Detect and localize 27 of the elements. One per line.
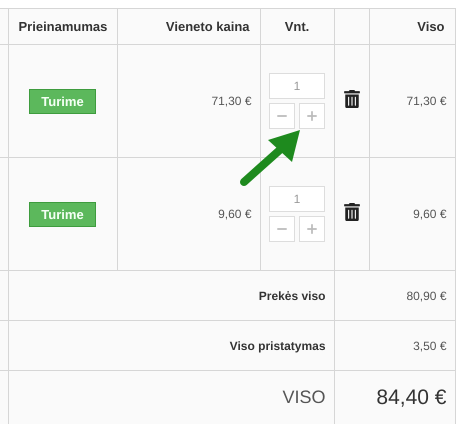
column-header: Prieinamumas — [18, 19, 108, 34]
trash-icon[interactable] — [342, 90, 360, 108]
availability-badge: Turime — [29, 202, 96, 226]
summary-label: Viso pristatymas — [230, 338, 326, 352]
decrease-button[interactable] — [269, 216, 295, 242]
summary-label: VISO — [282, 387, 326, 407]
column-header: Viso — [417, 19, 444, 34]
summary-value: 84,40 € — [376, 386, 446, 408]
quantity-field[interactable]: 1 — [269, 186, 325, 212]
unit-price: 9,60 € — [218, 207, 252, 221]
plus-icon — [305, 222, 319, 236]
quantity-field[interactable]: 1 — [269, 73, 325, 99]
summary-value: 80,90 € — [406, 288, 446, 302]
row-total: 9,60 € — [413, 207, 446, 221]
summary-label: Prekės viso — [258, 288, 326, 302]
unit-price: 71,30 € — [211, 94, 252, 108]
plus-icon — [305, 109, 319, 123]
availability-badge: Turime — [29, 88, 96, 114]
trash-icon[interactable] — [342, 202, 360, 220]
annotation-arrow — [240, 130, 300, 186]
summary-value: 3,50 € — [413, 338, 446, 352]
decrease-button[interactable] — [269, 103, 295, 129]
column-header: Vieneto kaina — [166, 19, 250, 34]
increase-button[interactable] — [299, 216, 325, 242]
increase-button[interactable] — [299, 103, 325, 129]
row-total: 71,30 € — [406, 94, 446, 108]
column-header: Vnt. — [284, 19, 310, 34]
